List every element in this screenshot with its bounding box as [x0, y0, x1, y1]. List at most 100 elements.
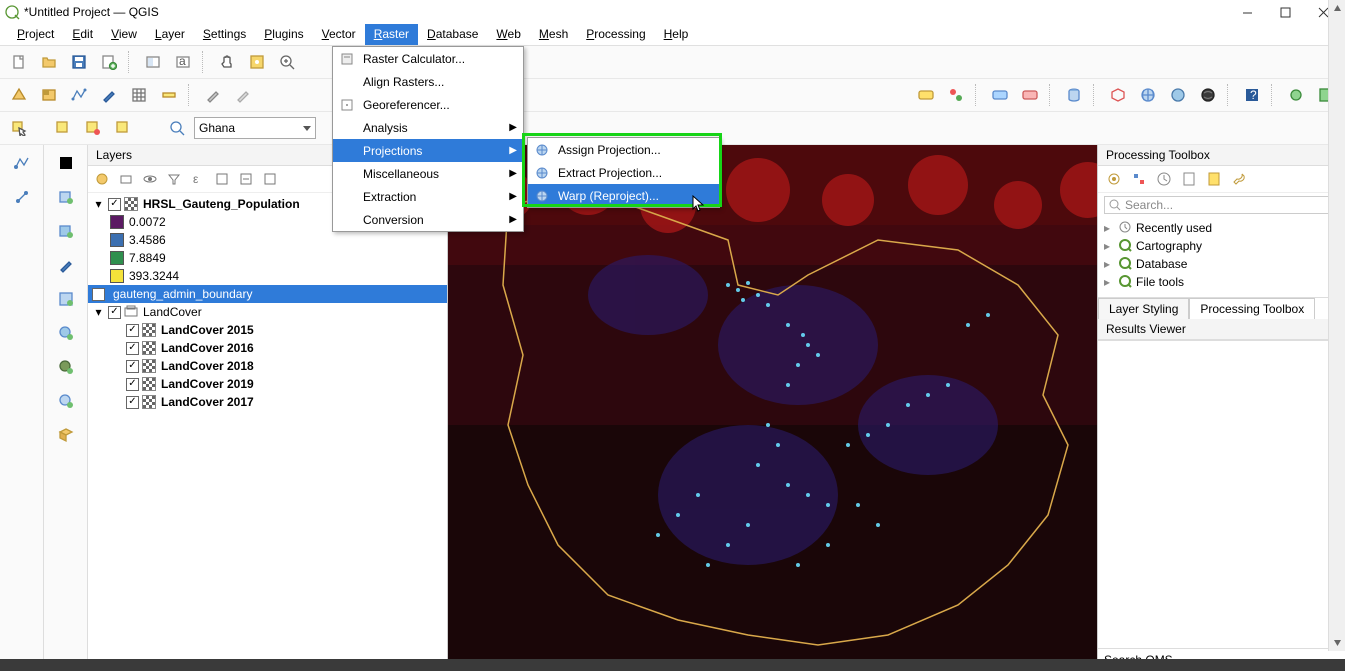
layer-row[interactable]: 7.8849	[88, 249, 447, 267]
layer-row[interactable]: 3.4586	[88, 231, 447, 249]
menu-edit[interactable]: Edit	[63, 24, 102, 45]
processing-model-icon[interactable]	[1129, 169, 1149, 189]
earth-add-button[interactable]	[52, 353, 80, 381]
label-abc-button[interactable]	[913, 82, 939, 108]
add-raster-layer-button[interactable]	[36, 82, 62, 108]
layer-checkbox[interactable]: ✓	[126, 360, 139, 373]
layout-manager-button[interactable]	[140, 49, 166, 75]
layers-tree[interactable]: ▾✓HRSL_Gauteng_Population0.00723.45867.8…	[88, 193, 447, 671]
globe-dark-button[interactable]	[1195, 82, 1221, 108]
processing-history-icon[interactable]	[1154, 169, 1174, 189]
minimize-button[interactable]	[1237, 2, 1257, 22]
cube-button[interactable]	[52, 421, 80, 449]
menu-database[interactable]: Database	[418, 24, 487, 45]
menu-processing[interactable]: Processing	[577, 24, 654, 45]
menu-view[interactable]: View	[102, 24, 146, 45]
new-project-button[interactable]	[6, 49, 32, 75]
layer-row[interactable]: ✓gauteng_admin_boundary	[88, 285, 447, 303]
layer-checkbox[interactable]: ✓	[92, 288, 105, 301]
raster-menu[interactable]: Raster Calculator...Align Rasters...Geor…	[332, 46, 524, 232]
maximize-button[interactable]	[1275, 2, 1295, 22]
panel-tab[interactable]: Processing Toolbox	[1189, 298, 1315, 319]
globe-2-button[interactable]	[1165, 82, 1191, 108]
expand-icon[interactable]: ▸	[1104, 257, 1114, 271]
pen-button[interactable]	[96, 82, 122, 108]
layer-row[interactable]: ✓LandCover 2016	[88, 339, 447, 357]
select-features-button[interactable]	[6, 115, 32, 141]
menu-raster[interactable]: Raster	[365, 24, 418, 45]
zoom-in-button[interactable]	[274, 49, 300, 75]
hexagon-button[interactable]	[1105, 82, 1131, 108]
menu-vector[interactable]: Vector	[313, 24, 365, 45]
layer-checkbox[interactable]: ✓	[126, 342, 139, 355]
menu-item[interactable]: Georeferencer...	[333, 93, 523, 116]
menu-help[interactable]: Help	[655, 24, 698, 45]
location-combo[interactable]: Ghana	[194, 117, 316, 139]
processing-gear-icon[interactable]	[1104, 169, 1124, 189]
processing-results-icon[interactable]	[1179, 169, 1199, 189]
expand-icon[interactable]: ▸	[1104, 221, 1114, 235]
expand-icon[interactable]: ▸	[1104, 239, 1114, 253]
processing-wrench-icon[interactable]	[1229, 169, 1249, 189]
node-tool-button[interactable]	[8, 183, 36, 211]
layer-row[interactable]: 393.3244	[88, 267, 447, 285]
expression-button[interactable]: ε	[188, 169, 208, 189]
vector-layer-button[interactable]	[943, 82, 969, 108]
layer-checkbox[interactable]: ✓	[108, 306, 121, 319]
add-layer-2-button[interactable]	[52, 217, 80, 245]
layer-row[interactable]: ▾✓LandCover	[88, 303, 447, 321]
remove-layer-button[interactable]	[260, 169, 280, 189]
edit-layer-button[interactable]	[200, 82, 226, 108]
processing-tree-item[interactable]: ▸Recently used	[1104, 219, 1339, 237]
scroll-up-button[interactable]	[1329, 0, 1345, 17]
add-layer-1-button[interactable]	[52, 183, 80, 211]
zoom-search-button[interactable]	[164, 115, 190, 141]
globe-add-button[interactable]	[52, 319, 80, 347]
layer-checkbox[interactable]: ✓	[126, 324, 139, 337]
pen-tool-button[interactable]	[52, 251, 80, 279]
layer-checkbox[interactable]: ✓	[108, 198, 121, 211]
pan-to-selection-button[interactable]	[244, 49, 270, 75]
projections-submenu[interactable]: Assign Projection...Extract Projection..…	[527, 137, 720, 208]
menu-item[interactable]: Analysis▶	[333, 116, 523, 139]
select-by-expression-button[interactable]	[110, 115, 136, 141]
layer-checkbox[interactable]: ✓	[126, 396, 139, 409]
map-layer-button[interactable]	[52, 285, 80, 313]
vertex-tool-button[interactable]	[8, 149, 36, 177]
processing-tree-item[interactable]: ▸Cartography	[1104, 237, 1339, 255]
submenu-item[interactable]: Warp (Reproject)...	[528, 184, 719, 207]
help-button[interactable]: ?	[1239, 82, 1265, 108]
toggle-editing-button[interactable]	[230, 82, 256, 108]
collapse-all-button[interactable]	[236, 169, 256, 189]
expand-icon[interactable]: ▸	[1104, 275, 1114, 289]
menu-plugins[interactable]: Plugins	[255, 24, 312, 45]
menu-item[interactable]: Extraction▶	[333, 185, 523, 208]
menu-mesh[interactable]: Mesh	[530, 24, 577, 45]
menu-item[interactable]: Miscellaneous▶	[333, 162, 523, 185]
layer-row[interactable]: ✓LandCover 2015	[88, 321, 447, 339]
map-canvas[interactable]	[448, 145, 1097, 671]
layer-checkbox[interactable]: ✓	[126, 378, 139, 391]
vertical-scrollbar[interactable]	[1328, 0, 1345, 651]
filter-button[interactable]	[164, 169, 184, 189]
grid-button[interactable]	[126, 82, 152, 108]
layer-row[interactable]: ✓LandCover 2019	[88, 375, 447, 393]
label-abc-2-button[interactable]	[987, 82, 1013, 108]
select-all-button[interactable]	[80, 115, 106, 141]
layer-row[interactable]: ✓LandCover 2018	[88, 357, 447, 375]
new-print-layout-button[interactable]	[96, 49, 122, 75]
processing-script-icon[interactable]	[1204, 169, 1224, 189]
expand-all-button[interactable]	[212, 169, 232, 189]
layer-raster-button[interactable]	[52, 149, 80, 177]
menu-item[interactable]: Align Rasters...	[333, 70, 523, 93]
layer-style-button[interactable]	[92, 169, 112, 189]
globe-1-button[interactable]	[1135, 82, 1161, 108]
scroll-down-button[interactable]	[1329, 634, 1345, 651]
layer-row[interactable]: ✓LandCover 2017	[88, 393, 447, 411]
eye-button[interactable]	[140, 169, 160, 189]
expand-toggle[interactable]: ▾	[92, 197, 105, 211]
menu-item[interactable]: Conversion▶	[333, 208, 523, 231]
processing-search[interactable]: Search...	[1104, 196, 1339, 214]
menu-item[interactable]: Projections▶	[333, 139, 523, 162]
processing-tree[interactable]: ▸Recently used▸Cartography▸Database▸File…	[1098, 217, 1345, 293]
